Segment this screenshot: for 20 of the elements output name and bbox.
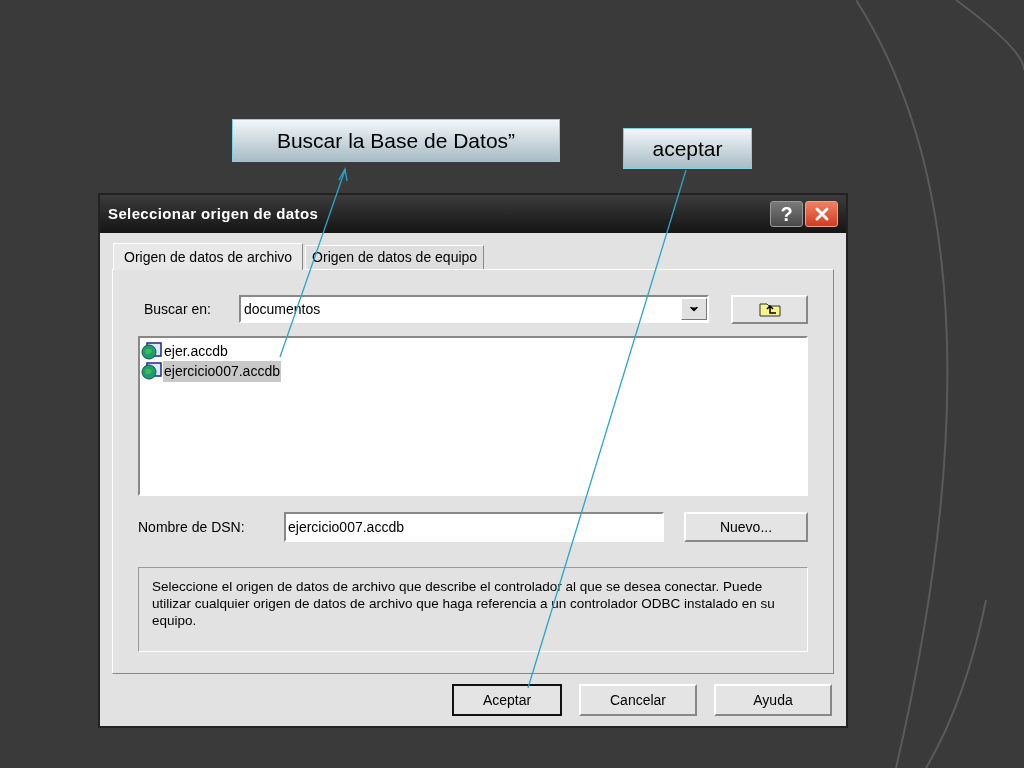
database-file-icon — [141, 342, 163, 360]
folder-up-icon — [758, 301, 781, 317]
file-item[interactable]: ejercicio007.accdb — [163, 360, 281, 382]
dialog-button[interactable]: Aceptar — [452, 684, 562, 716]
dropdown-arrow-button[interactable] — [681, 298, 707, 320]
window-title: Seleccionar origen de datos — [108, 203, 320, 224]
dialog-button[interactable]: Cancelar — [579, 684, 697, 716]
tab[interactable]: Origen de datos de archivo — [113, 243, 304, 270]
close-button[interactable] — [805, 201, 838, 227]
dialog-button[interactable]: Ayuda — [714, 684, 832, 716]
database-file-icon — [141, 362, 163, 380]
callout-label: aceptar — [623, 128, 752, 169]
new-button[interactable]: Nuevo... — [684, 512, 808, 542]
help-button[interactable]: ? — [770, 201, 803, 227]
callout-label: Buscar la Base de Datos” — [232, 119, 560, 162]
dsn-input-field[interactable]: ejercicio007.accdb — [284, 512, 664, 542]
field-label: Nombre de DSN: — [138, 517, 246, 537]
file-item[interactable]: ejer.accdb — [163, 340, 229, 362]
up-folder-button[interactable] — [731, 294, 808, 324]
field-label: Buscar en: — [143, 299, 212, 319]
